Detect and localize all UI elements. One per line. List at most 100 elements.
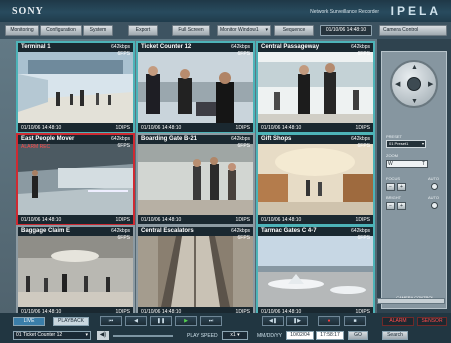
bright-down-button[interactable]: − [386,202,395,210]
camera-feed-image [138,52,253,123]
system-button[interactable]: System [83,25,113,36]
camera-control-tab[interactable]: Camera Control [379,25,447,36]
pause-icon[interactable]: ❚❚ [150,316,172,326]
play-speed-select[interactable]: x1 ▾ [222,331,248,340]
main-toolbar: Monitoring Configuration System Export F… [0,22,451,39]
camera-feed-image [18,236,133,307]
camera-bitrate: 642kbps [111,136,130,142]
date-input[interactable]: 10/02/04 [286,331,314,340]
camera-dips: 1DIPS [235,125,250,131]
bright-label: BRIGHT [386,195,402,200]
camera-tile[interactable]: Baggage Claim E 642kbps 6FPS 01/10/06 14… [16,225,135,318]
camera-tile[interactable]: Ticket Counter 12 642kbps 6FPS 01/10/06 … [136,41,255,134]
camera-feed-image [138,144,253,215]
camera-fps: 6FPS [237,235,250,241]
go-button[interactable]: GO [348,331,368,340]
record-icon[interactable]: ● [318,316,340,326]
preset-select[interactable]: 01 Preset1 ▾ [386,140,426,148]
camera-fps: 6FPS [117,51,130,57]
camera-name: Central Escalators [141,228,194,234]
ptz-right-arrow-icon[interactable]: ▶ [428,81,433,88]
configuration-button[interactable]: Configuration [40,25,82,36]
camera-dips: 1DIPS [355,217,370,223]
app-header: SONY Network Surveillance Recorder IPELA [0,0,451,22]
camera-name: Gift Shops [261,136,292,142]
zoom-wide-label: W [388,161,393,167]
camera-bitrate: 642kbps [351,44,370,50]
chevron-down-icon: ▾ [85,332,88,338]
zoom-slider[interactable]: W T [386,160,428,168]
camera-select-value: 01 Ticket Counter 12 [16,332,63,338]
camera-name: Tarmac Gates C 4-7 [261,228,317,234]
camera-tile[interactable]: Central Escalators 642kbps 6FPS 01/10/06… [136,225,255,318]
play-speed-value: x1 [230,332,236,338]
camera-bitrate: 642kbps [111,228,130,234]
camera-tile[interactable]: Central Passageway 642kbps 6FPS 01/10/06… [256,41,375,134]
bright-up-button[interactable]: + [397,202,406,210]
focus-auto-label: AUTO [428,176,440,181]
product-brand: IPELA [390,4,441,18]
focus-near-button[interactable]: − [386,183,395,191]
zoom-tele-label: T [421,161,425,167]
camera-tile[interactable]: Tarmac Gates C 4-7 642kbps 6FPS 01/10/06… [256,225,375,318]
monitoring-button[interactable]: Monitoring [5,25,39,36]
rewind-icon[interactable]: ⏮ [100,316,122,326]
camera-select[interactable]: 01 Ticket Counter 12 ▾ [13,331,91,340]
search-button[interactable]: Search [382,331,408,340]
camera-feed-image [18,52,133,123]
camera-timestamp: 01/10/06 14:48:10 [21,125,62,131]
product-name: Network Surveillance Recorder [310,9,379,15]
ptz-left-arrow-icon[interactable]: ◀ [395,81,400,88]
camera-fps: 6FPS [237,143,250,149]
live-button[interactable]: LIVE [13,317,45,326]
camera-bitrate: 642kbps [111,44,130,50]
camera-timestamp: 01/10/06 14:48:10 [141,217,182,223]
camera-tile[interactable]: Boarding Gate B-21 642kbps 6FPS 01/10/06… [136,133,255,226]
camera-fps: 6FPS [117,143,130,149]
sensor-indicator: SENSOR [417,317,447,326]
ptz-pad[interactable]: ▲ ▼ ◀ ▶ [390,60,438,108]
focus-far-button[interactable]: + [397,183,406,191]
focus-auto-toggle[interactable] [431,183,438,190]
full-screen-button[interactable]: Full Screen [172,25,210,36]
chevron-down-icon: ▾ [421,141,424,146]
sequence-button[interactable]: Sequence [274,25,314,36]
camera-dips: 1DIPS [115,125,130,131]
playback-button[interactable]: PLAYBACK [53,317,89,326]
ptz-center-button[interactable] [407,77,421,91]
step-back-icon[interactable]: ◀ [125,316,147,326]
camera-timestamp: 01/10/06 14:48:10 [21,217,62,223]
stop-icon[interactable]: ■ [344,316,366,326]
date-format-label: MM/DD/YY [257,333,282,339]
volume-slider[interactable] [113,335,173,337]
speaker-icon[interactable]: ◀) [97,331,109,340]
preset-value: 01 Preset1 [389,141,409,146]
camera-name: Central Passageway [261,44,320,50]
camera-bitrate: 642kbps [351,136,370,142]
horizontal-scrollbar[interactable] [377,298,445,304]
camera-timestamp: 01/10/06 14:48:10 [141,125,182,131]
camera-fps: 6FPS [357,235,370,241]
camera-timestamp: 01/10/06 14:48:10 [261,125,302,131]
camera-tile[interactable]: East People Mover 642kbps ALARM REC 6FPS… [16,133,135,226]
chevron-down-icon: ▾ [237,332,240,338]
ptz-up-arrow-icon[interactable]: ▲ [411,64,418,71]
step-frame-forward-icon[interactable]: ❚▶ [286,316,308,326]
camera-tile[interactable]: Terminal 1 642kbps 6FPS 01/10/06 14:48:1… [16,41,135,134]
focus-label: FOCUS [386,176,400,181]
time-input[interactable]: 17:58:17 [316,331,344,340]
export-button[interactable]: Export [128,25,158,36]
camera-tile[interactable]: Gift Shops 642kbps 6FPS 01/10/06 14:48:1… [256,133,375,226]
playback-bar: LIVE PLAYBACK ⏮ ◀ ❚❚ ▶ ⏭ ◀❚ ❚▶ ● ■ ALARM… [0,313,451,343]
ptz-down-arrow-icon[interactable]: ▼ [411,98,418,105]
camera-dips: 1DIPS [115,217,130,223]
camera-bitrate: 642kbps [231,228,250,234]
camera-name: East People Mover [21,136,75,142]
step-frame-back-icon[interactable]: ◀❚ [262,316,284,326]
monitor-window-select[interactable]: Monitor Window1 ▾ [217,25,271,36]
fast-forward-icon[interactable]: ⏭ [200,316,222,326]
play-icon[interactable]: ▶ [175,316,197,326]
bright-auto-toggle[interactable] [431,202,438,209]
preset-label: PRESET [386,134,403,139]
brand-logo: SONY [12,6,44,17]
